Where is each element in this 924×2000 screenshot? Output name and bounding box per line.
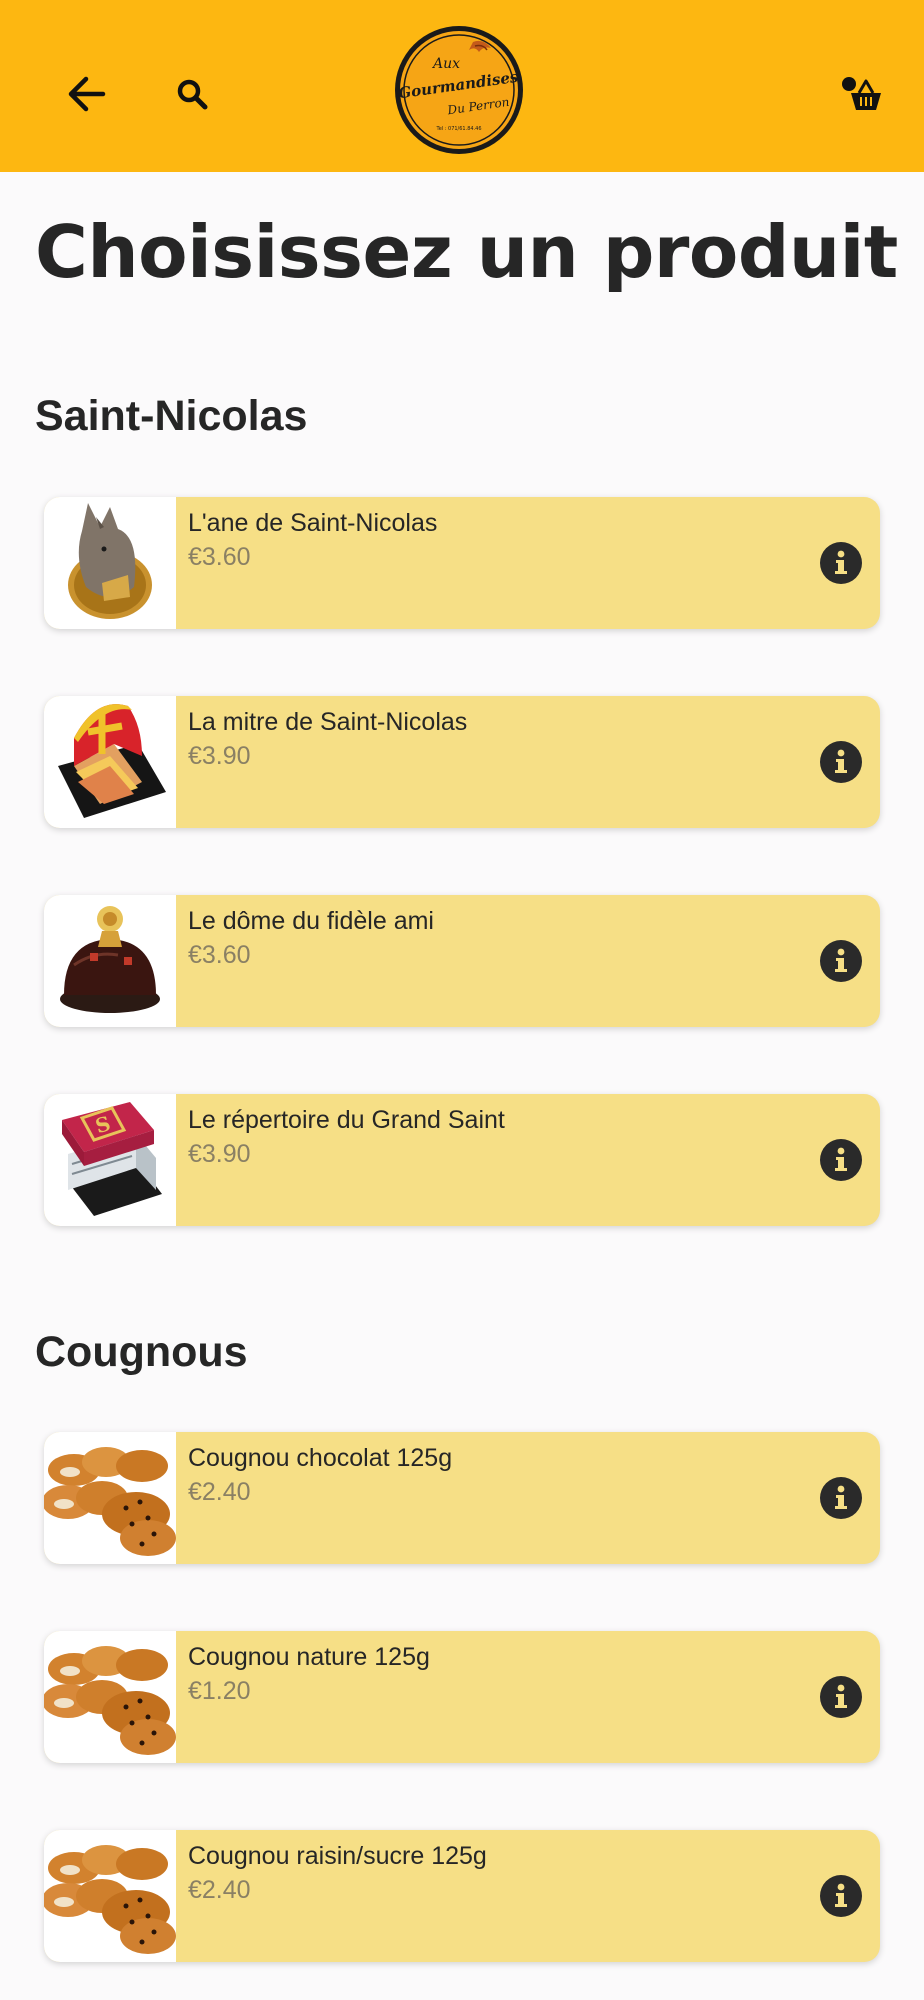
product-name: La mitre de Saint-Nicolas xyxy=(188,708,468,736)
logo-phone: Tel : 071/61.84.46 xyxy=(435,126,481,132)
product-card[interactable]: Cougnou nature 125g €1.20 xyxy=(44,1631,880,1763)
cougnou-image xyxy=(44,1631,176,1763)
book-cake-image: S xyxy=(44,1094,176,1226)
product-name: Cougnou raisin/sucre 125g xyxy=(188,1842,487,1870)
logo-line1: Aux xyxy=(431,56,460,72)
info-button[interactable] xyxy=(820,1139,862,1181)
product-card[interactable]: L'ane de Saint-Nicolas €3.60 xyxy=(44,497,880,629)
section-title-cougnous: Cougnous xyxy=(35,1328,248,1376)
info-button[interactable] xyxy=(820,1875,862,1917)
info-button[interactable] xyxy=(820,940,862,982)
info-icon xyxy=(835,749,847,773)
product-card[interactable]: Le dôme du fidèle ami €3.60 xyxy=(44,895,880,1027)
product-card[interactable]: Cougnou chocolat 125g €2.40 xyxy=(44,1432,880,1564)
info-icon xyxy=(835,1883,847,1907)
basket-icon xyxy=(842,77,881,110)
page-title: Choisissez un produit xyxy=(35,210,898,294)
search-icon xyxy=(177,79,208,110)
product-price: €2.40 xyxy=(188,1478,251,1506)
info-button[interactable] xyxy=(820,741,862,783)
product-price: €3.90 xyxy=(188,742,251,770)
product-price: €3.60 xyxy=(188,941,251,969)
cart-button[interactable] xyxy=(838,70,888,120)
product-name: L'ane de Saint-Nicolas xyxy=(188,509,438,537)
shop-logo: Aux Gourmandises Du Perron Tel : 071/61.… xyxy=(393,24,525,156)
product-card[interactable]: S Le répertoire du Grand Saint €3.90 xyxy=(44,1094,880,1226)
dome-cake-image xyxy=(44,895,176,1027)
product-card[interactable]: La mitre de Saint-Nicolas €3.90 xyxy=(44,696,880,828)
app-header: Aux Gourmandises Du Perron Tel : 071/61.… xyxy=(0,0,924,172)
donkey-cake-image xyxy=(44,497,176,629)
product-price: €3.90 xyxy=(188,1140,251,1168)
product-price: €2.40 xyxy=(188,1876,251,1904)
product-name: Cougnou nature 125g xyxy=(188,1643,430,1671)
info-button[interactable] xyxy=(820,1477,862,1519)
product-price: €3.60 xyxy=(188,543,251,571)
product-card[interactable]: Cougnou raisin/sucre 125g €2.40 xyxy=(44,1830,880,1962)
product-price: €1.20 xyxy=(188,1677,251,1705)
info-icon xyxy=(835,1147,847,1171)
mitre-cake-image xyxy=(44,696,176,828)
back-button[interactable] xyxy=(62,70,110,118)
cougnou-image xyxy=(44,1830,176,1962)
product-name: Le dôme du fidèle ami xyxy=(188,907,434,935)
search-button[interactable] xyxy=(170,72,214,116)
info-icon xyxy=(835,550,847,574)
info-icon xyxy=(835,948,847,972)
info-button[interactable] xyxy=(820,1676,862,1718)
product-name: Le répertoire du Grand Saint xyxy=(188,1106,505,1134)
product-name: Cougnou chocolat 125g xyxy=(188,1444,453,1472)
section-title-saint-nicolas: Saint-Nicolas xyxy=(35,392,308,440)
arrow-left-icon xyxy=(68,76,106,112)
cougnou-image xyxy=(44,1432,176,1564)
info-button[interactable] xyxy=(820,542,862,584)
info-icon xyxy=(835,1485,847,1509)
info-icon xyxy=(835,1684,847,1708)
